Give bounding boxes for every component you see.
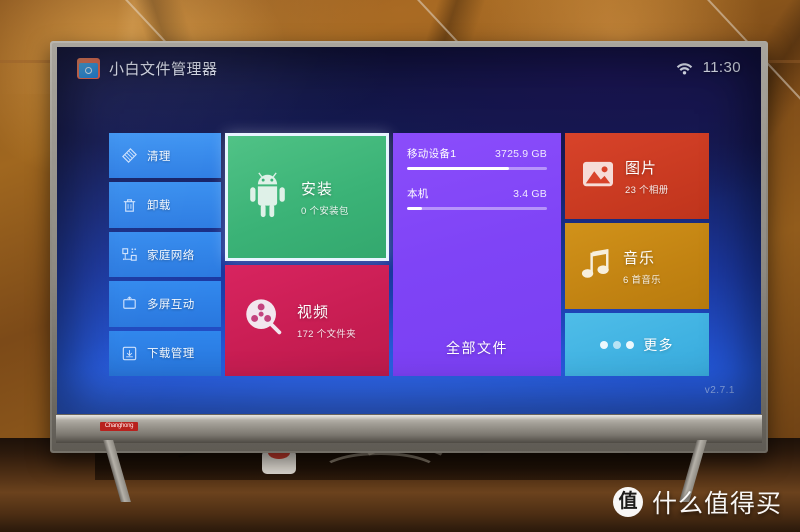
tv-chin-highlight — [56, 415, 762, 420]
all-files-panel[interactable]: 移动设备1 3725.9 GB 本机 3.4 GB 全部文件 — [393, 133, 561, 376]
sidebar: 清理 卸载 家庭网络 多屏互动 下载管理 — [109, 133, 221, 377]
tile-pictures-sub: 23 个相册 — [625, 184, 669, 196]
photo-icon — [581, 159, 615, 194]
music-note-icon — [581, 247, 613, 286]
tile-pictures-label: 图片 — [625, 159, 658, 177]
tile-music[interactable]: 音乐 6 首音乐 — [565, 223, 709, 309]
broom-icon — [120, 146, 139, 165]
watermark: 值 什么值得买 — [612, 484, 782, 520]
screen-share-icon — [120, 294, 139, 313]
sidebar-item-label: 卸载 — [147, 200, 171, 213]
sidebar-item-label: 下载管理 — [147, 348, 195, 361]
storage-device-size: 3.4 GB — [513, 188, 547, 200]
app-title-group: 小白文件管理器 — [77, 58, 218, 79]
tile-pictures[interactable]: 图片 23 个相册 — [565, 133, 709, 219]
tile-video-label: 视频 — [297, 304, 330, 321]
tile-music-text: 音乐 6 首音乐 — [623, 247, 661, 286]
tile-install-text: 安装 0 个安装包 — [301, 178, 349, 217]
sidebar-item-label: 清理 — [147, 150, 171, 163]
storage-progress-fill — [407, 207, 423, 210]
sidebar-item-home-network[interactable]: 家庭网络 — [109, 231, 221, 278]
storage-device-name: 移动设备1 — [407, 148, 457, 160]
tile-install-sub: 0 个安装包 — [301, 205, 349, 217]
trash-icon — [120, 196, 139, 215]
tile-video[interactable]: 视频 172 个文件夹 — [225, 265, 389, 376]
photo-scene: 小白文件管理器 11:30 清理 卸载 家庭网络 多屏互动 下载管理 安装 0 … — [0, 0, 800, 532]
watermark-text: 什么值得买 — [651, 490, 782, 518]
tv-brand-label: Changhong — [104, 423, 134, 429]
tv-screen: 小白文件管理器 11:30 清理 卸载 家庭网络 多屏互动 下载管理 安装 0 … — [57, 47, 761, 414]
tile-video-text: 视频 172 个文件夹 — [297, 301, 356, 340]
tile-install[interactable]: 安装 0 个安装包 — [225, 133, 389, 261]
folder-camera-icon — [77, 58, 100, 79]
tile-install-label: 安装 — [301, 180, 334, 198]
sidebar-item-multiscreen[interactable]: 多屏互动 — [109, 281, 221, 327]
three-dots-icon — [600, 340, 635, 349]
storage-list: 移动设备1 3725.9 GB 本机 3.4 GB — [393, 133, 561, 226]
download-icon — [120, 344, 139, 363]
clock: 11:30 — [702, 59, 741, 76]
sidebar-item-clean[interactable]: 清理 — [109, 133, 221, 179]
sidebar-item-label: 多屏互动 — [147, 298, 195, 311]
all-files-label: 全部文件 — [446, 340, 508, 356]
storage-progress-fill — [407, 167, 510, 170]
tile-music-label: 音乐 — [623, 249, 656, 267]
sidebar-item-uninstall[interactable]: 卸载 — [109, 182, 221, 228]
page-title: 小白文件管理器 — [109, 61, 218, 78]
tile-video-sub: 172 个文件夹 — [297, 329, 356, 340]
tile-more[interactable]: 更多 — [565, 313, 709, 376]
app-version: v2.7.1 — [704, 385, 735, 396]
sidebar-item-label: 家庭网络 — [147, 249, 195, 262]
android-robot-icon — [244, 170, 291, 225]
storage-progress-track — [407, 207, 547, 210]
storage-progress-track — [407, 167, 547, 170]
status-indicators: 11:30 — [676, 59, 741, 76]
storage-row: 移动设备1 3725.9 GB — [407, 146, 547, 170]
tile-more-label: 更多 — [643, 336, 674, 353]
tile-music-sub: 6 首音乐 — [623, 274, 661, 286]
film-reel-icon — [241, 295, 287, 346]
status-bar: 小白文件管理器 11:30 — [57, 47, 761, 95]
sidebar-item-download-manager[interactable]: 下载管理 — [109, 330, 221, 377]
wifi-icon — [676, 61, 693, 75]
right-column: 图片 23 个相册 音乐 6 首音乐 更多 — [565, 133, 709, 376]
storage-device-name: 本机 — [407, 188, 429, 200]
storage-device-size: 3725.9 GB — [494, 148, 547, 160]
middle-column: 安装 0 个安装包 视频 172 个文件夹 — [225, 133, 389, 376]
storage-row: 本机 3.4 GB — [407, 186, 547, 210]
network-icon — [120, 245, 139, 264]
tile-pictures-text: 图片 23 个相册 — [625, 157, 669, 196]
watermark-badge: 值 — [612, 487, 643, 517]
home-tile-grid: 清理 卸载 家庭网络 多屏互动 下载管理 安装 0 个安装包 视频 172 个文… — [109, 133, 709, 377]
